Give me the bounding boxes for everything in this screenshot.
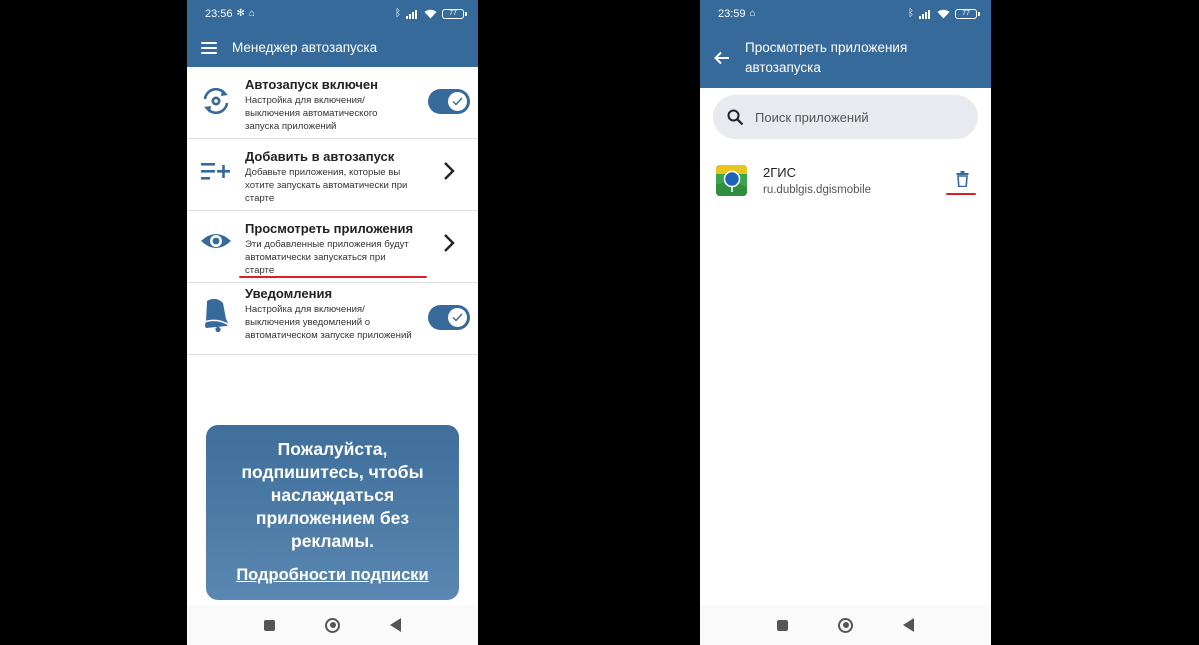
delete-trash-icon[interactable]: [956, 171, 969, 187]
system-nav-bar: [187, 605, 478, 645]
status-time: 23:56: [205, 8, 233, 20]
setting-title: Уведомления: [245, 286, 333, 301]
home-button[interactable]: [325, 617, 340, 633]
app-bar: Менеджер автозапуска: [187, 28, 478, 67]
autostart-toggle[interactable]: [428, 89, 470, 114]
system-nav-bar: [700, 605, 991, 645]
setting-description: Добавьте приложения, которые вы хотите з…: [245, 167, 408, 204]
eye-icon: [187, 211, 245, 253]
setting-title: Автозапуск включен: [245, 77, 378, 92]
2gis-app-icon: [716, 164, 747, 196]
status-bar: 23:59 ⌂ ᛒ 77: [700, 0, 991, 28]
search-field[interactable]: Поиск приложений: [713, 95, 978, 139]
home-button[interactable]: [838, 617, 853, 633]
phone-screen-view-apps: 23:59 ⌂ ᛒ 77 Просмотреть приложения авто…: [700, 0, 991, 645]
settings-list: Автозапуск включен Настройка для включен…: [187, 67, 478, 355]
bluetooth-icon: ᛒ: [395, 8, 401, 19]
subscription-details-link[interactable]: Подробности подписки: [206, 566, 459, 585]
signal-icon: [919, 9, 930, 19]
recents-button[interactable]: [777, 619, 788, 631]
status-time: 23:59: [718, 8, 746, 20]
app-package: ru.dublgis.dgismobile: [763, 183, 872, 196]
recents-button[interactable]: [264, 619, 275, 631]
setting-description: Настройка для включения/ выключения увед…: [245, 304, 412, 341]
app-title: Менеджер автозапуска: [232, 39, 378, 55]
chevron-right-icon[interactable]: [443, 161, 455, 181]
app-bar: Просмотреть приложения автозапуска: [700, 28, 991, 88]
wifi-icon: [424, 9, 437, 19]
battery-icon: 77: [442, 9, 467, 19]
app-list-item[interactable]: 2ГИС ru.dublgis.dgismobile: [700, 151, 991, 209]
add-list-icon: [187, 139, 245, 187]
hamburger-menu-icon[interactable]: [201, 41, 217, 54]
notification-icon: ⌂: [749, 8, 756, 19]
back-nav-button[interactable]: [390, 618, 401, 632]
search-placeholder: Поиск приложений: [755, 109, 869, 125]
notifications-toggle[interactable]: [428, 305, 470, 330]
search-icon: [727, 109, 744, 125]
setting-view-apps[interactable]: Просмотреть приложения Эти добавленные п…: [187, 211, 478, 283]
setting-add-to-autostart[interactable]: Добавить в автозапуск Добавьте приложени…: [187, 139, 478, 211]
setting-title: Добавить в автозапуск: [245, 149, 395, 164]
setting-notifications[interactable]: Уведомления Настройка для включения/ вык…: [187, 283, 478, 355]
setting-description: Эти добавленные приложения будут автомат…: [245, 239, 409, 276]
back-arrow-icon[interactable]: [714, 51, 730, 65]
setting-autostart-enabled[interactable]: Автозапуск включен Настройка для включен…: [187, 67, 478, 139]
autostart-gear-refresh-icon: [187, 67, 245, 117]
back-nav-button[interactable]: [903, 618, 914, 632]
wifi-icon: [937, 9, 950, 19]
fan-icon: ✻: [236, 8, 245, 19]
promo-text: Пожалуйста, подпишитесь, чтобы наслаждат…: [241, 439, 424, 551]
battery-icon: 77: [955, 9, 980, 19]
check-icon: [448, 92, 467, 111]
setting-description: Настройка для включения/ выключения авто…: [245, 95, 378, 132]
bluetooth-icon: ᛒ: [908, 8, 914, 19]
screen-title: Просмотреть приложения автозапуска: [745, 40, 908, 75]
phone-screen-autostart-manager: 23:56 ✻ ⌂ ᛒ 77 Менеджер автозапуска Авто…: [187, 0, 478, 645]
notification-icon: ⌂: [248, 8, 255, 19]
app-name: 2ГИС: [763, 164, 797, 180]
chevron-right-icon[interactable]: [443, 233, 455, 253]
red-underline-annotation: [239, 276, 427, 278]
red-underline-annotation: [946, 193, 976, 195]
status-bar: 23:56 ✻ ⌂ ᛒ 77: [187, 0, 478, 28]
setting-title: Просмотреть приложения: [245, 221, 414, 236]
bell-icon: [187, 283, 245, 333]
signal-icon: [406, 9, 417, 19]
subscription-promo-card: Пожалуйста, подпишитесь, чтобы наслаждат…: [206, 425, 459, 600]
check-icon: [448, 308, 467, 327]
